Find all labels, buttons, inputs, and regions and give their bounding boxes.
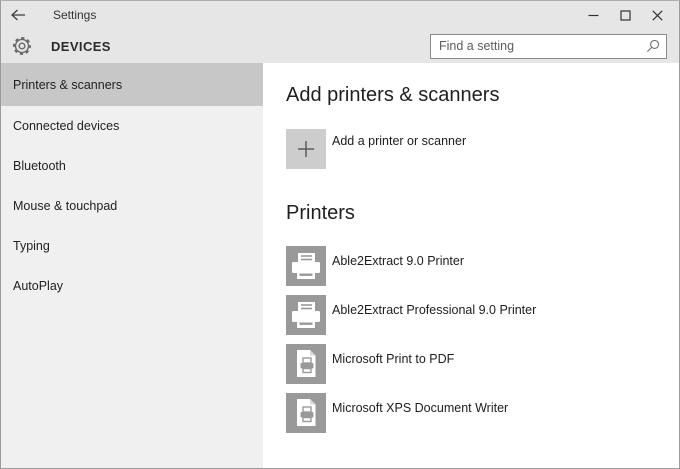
printer-row-print-to-pdf[interactable]: Microsoft Print to PDF: [286, 344, 679, 384]
sidebar-item-connected-devices[interactable]: Connected devices: [1, 106, 263, 146]
printer-name: Microsoft Print to PDF: [332, 352, 455, 366]
add-printer-label: Add a printer or scanner: [332, 134, 467, 148]
sidebar: Printers & scanners Connected devices Bl…: [1, 63, 263, 468]
add-printer-button[interactable]: Add a printer or scanner: [286, 129, 679, 169]
close-button[interactable]: [641, 1, 673, 29]
sidebar-item-typing[interactable]: Typing: [1, 226, 263, 266]
sidebar-item-label: Bluetooth: [13, 159, 66, 173]
document-printer-icon: [286, 344, 326, 384]
window-title: Settings: [53, 8, 97, 22]
printer-name: Microsoft XPS Document Writer: [332, 401, 509, 415]
maximize-icon: [619, 9, 631, 21]
sidebar-item-bluetooth[interactable]: Bluetooth: [1, 146, 263, 186]
sidebar-item-printers-scanners[interactable]: Printers & scanners: [1, 63, 263, 106]
document-printer-icon: [286, 393, 326, 433]
settings-gear-icon: [11, 35, 33, 57]
printer-row-able2extract-professional[interactable]: Able2Extract Professional 9.0 Printer: [286, 295, 679, 335]
page-title: DEVICES: [51, 38, 111, 54]
printer-icon: [286, 295, 326, 335]
printer-row-xps-writer[interactable]: Microsoft XPS Document Writer: [286, 393, 679, 433]
sidebar-item-label: AutoPlay: [13, 279, 64, 293]
back-button[interactable]: [1, 1, 35, 29]
sidebar-item-autoplay[interactable]: AutoPlay: [1, 266, 263, 306]
add-printers-heading: Add printers & scanners: [286, 84, 500, 106]
sidebar-item-mouse-touchpad[interactable]: Mouse & touchpad: [1, 186, 263, 226]
body-row: Printers & scanners Connected devices Bl…: [1, 63, 679, 468]
sidebar-item-label: Mouse & touchpad: [13, 199, 118, 213]
maximize-button[interactable]: [609, 1, 641, 29]
search-icon[interactable]: [640, 35, 666, 58]
printer-row-able2extract[interactable]: Able2Extract 9.0 Printer: [286, 246, 679, 286]
settings-window: Settings DEVICES Find a setting Printers…: [0, 0, 680, 469]
minimize-button[interactable]: [577, 1, 609, 29]
page-header: DEVICES: [1, 29, 679, 63]
search-box: [430, 33, 667, 59]
printer-list: Able2Extract 9.0 Printer Able2Extract Pr…: [286, 246, 679, 433]
sidebar-item-label: Typing: [13, 239, 50, 253]
printer-name: Able2Extract 9.0 Printer: [332, 254, 465, 268]
sidebar-item-label: Connected devices: [13, 119, 120, 133]
printer-name: Able2Extract Professional 9.0 Printer: [332, 303, 537, 317]
close-icon: [651, 9, 663, 21]
minimize-icon: [588, 10, 599, 21]
sidebar-item-label: Printers & scanners: [13, 77, 123, 92]
back-arrow-icon: [10, 8, 26, 22]
plus-icon: [286, 129, 326, 169]
titlebar: Settings: [1, 1, 679, 29]
search-input[interactable]: [431, 39, 640, 53]
printer-icon: [286, 246, 326, 286]
main-content: Add printers & scanners Add a printer or…: [263, 63, 679, 468]
printers-heading: Printers: [286, 202, 355, 224]
